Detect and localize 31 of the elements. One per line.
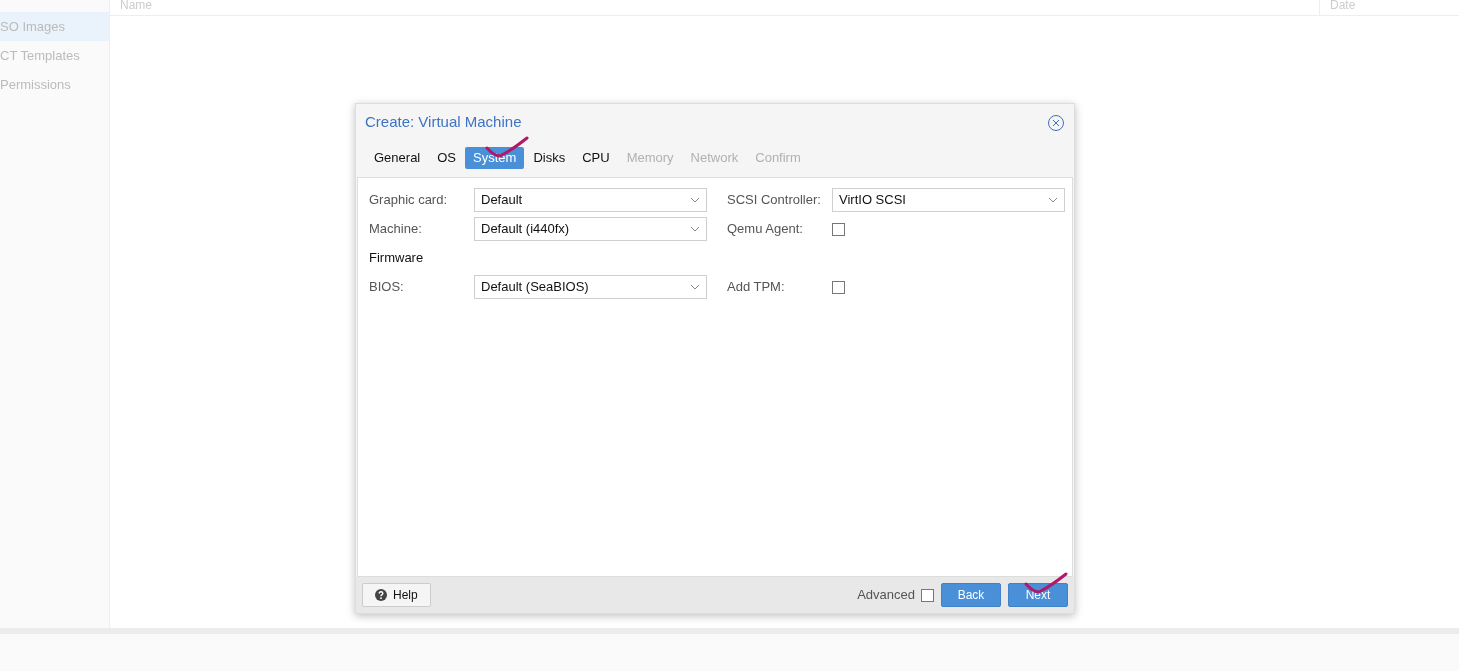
- advanced-label: Advanced: [857, 586, 915, 605]
- section-heading: Firmware: [369, 249, 424, 268]
- select-field[interactable]: Default: [474, 188, 707, 212]
- tab[interactable]: OS: [429, 147, 465, 169]
- sidebar-item[interactable]: CT Templates: [0, 41, 109, 70]
- chevron-down-icon: [690, 284, 700, 290]
- select-field[interactable]: VirtIO SCSI: [832, 188, 1065, 212]
- checkbox[interactable]: [832, 280, 845, 294]
- field-label: Add TPM:: [727, 278, 786, 297]
- select-field[interactable]: Default (SeaBIOS): [474, 275, 707, 299]
- tab[interactable]: Disks: [525, 147, 574, 169]
- field-label: Machine:: [369, 220, 423, 239]
- chevron-down-icon: [1048, 197, 1058, 203]
- sidebar-item[interactable]: Permissions: [0, 70, 109, 99]
- help-icon: [375, 589, 387, 601]
- close-icon[interactable]: [1047, 113, 1065, 132]
- field-label: Qemu Agent:: [727, 220, 804, 239]
- tab[interactable]: General: [366, 147, 429, 169]
- chevron-down-icon: [690, 226, 700, 232]
- nav-button[interactable]: Back: [941, 583, 1001, 607]
- tab[interactable]: CPU: [574, 147, 618, 169]
- field-label: Graphic card:: [369, 191, 449, 210]
- checkbox[interactable]: [832, 222, 845, 236]
- select-field[interactable]: Default (i440fx): [474, 217, 707, 241]
- sidebar-item[interactable]: SO Images: [0, 12, 109, 41]
- help-button[interactable]: Help: [362, 583, 431, 607]
- checkbox[interactable]: [921, 588, 934, 602]
- field-label: BIOS:: [369, 278, 405, 297]
- dialog-title: Create: Virtual Machine: [365, 112, 522, 133]
- field-label: SCSI Controller:: [727, 191, 822, 210]
- chevron-down-icon: [690, 197, 700, 203]
